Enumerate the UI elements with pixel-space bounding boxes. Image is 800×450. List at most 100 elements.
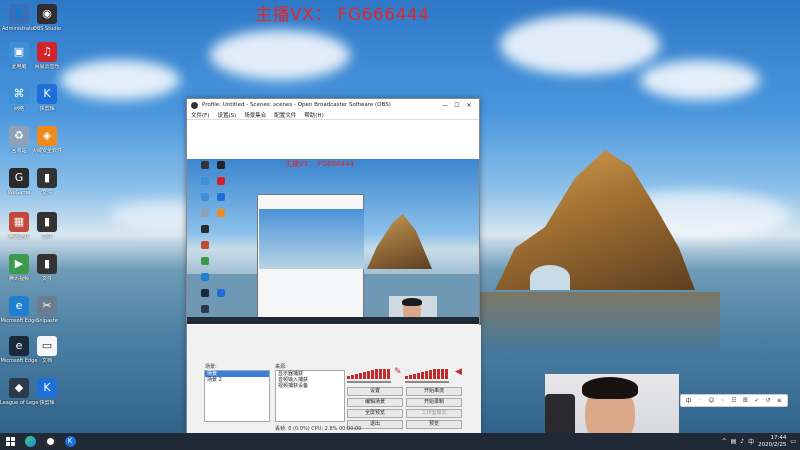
scenes-list[interactable]: 场景 场景 2 (204, 370, 270, 422)
preview-icon (217, 161, 225, 169)
menu-help[interactable]: 帮助(H) (304, 111, 323, 119)
preview-icon (201, 305, 209, 313)
taskbar-edge-button[interactable] (20, 433, 40, 450)
shield-icon: ◈ (37, 126, 57, 146)
preview-icon (217, 209, 225, 217)
studio-mode-button[interactable]: 工作室模式 (406, 409, 462, 418)
maximize-icon[interactable]: ☐ (451, 102, 463, 109)
ime-item[interactable]: ꕥ (741, 397, 750, 405)
desktop-icon-label: 火绒安全软件 (31, 148, 62, 154)
ime-toolbar[interactable]: 中 · ☺ ◦ ☷ ꕥ ✓ ↺ ≡ (680, 394, 788, 407)
menu-scene-collection[interactable]: 场景集合 (244, 111, 266, 119)
ime-item[interactable]: ≡ (775, 397, 784, 404)
preview-obs-window (257, 194, 364, 319)
ime-item[interactable]: ☺ (707, 397, 716, 404)
desktop-icon[interactable]: K 快剪辑 (28, 84, 66, 112)
obs-titlebar[interactable]: Profile: Untitled - Scenes: scenes - Ope… (187, 99, 479, 111)
preview-icon (201, 193, 209, 201)
obs-window-title: Profile: Untitled - Scenes: scenes - Ope… (202, 102, 391, 108)
cloud (640, 60, 760, 100)
ime-item[interactable]: ◦ (718, 397, 727, 404)
start-button[interactable] (0, 433, 20, 450)
fullscreen-preview-button[interactable]: 全屏预览 (347, 409, 403, 418)
ime-item[interactable]: ↺ (763, 397, 772, 404)
preview-icon (201, 209, 209, 217)
menu-profile[interactable]: 配置文件 (274, 111, 296, 119)
menu-file[interactable]: 文件(F) (191, 111, 209, 119)
computer-icon: ▣ (9, 42, 29, 62)
preview-icon (201, 241, 209, 249)
file-icon: ▮ (37, 254, 57, 274)
k-app-icon: K (37, 84, 57, 104)
ime-item[interactable]: ✓ (752, 397, 761, 404)
desktop-icon[interactable]: ◉ OBS Studio (28, 4, 66, 32)
notification-icon[interactable]: ▭ (790, 438, 796, 445)
obs-preview[interactable]: 主播VX： FG666444 (187, 159, 479, 324)
tray-volume-icon[interactable]: ♪ (740, 438, 744, 445)
edge-icon (24, 436, 36, 447)
start-streaming-button[interactable]: 开始串流 (406, 387, 462, 396)
desktop-icon[interactable]: ▮ 文件 (28, 212, 66, 240)
ime-item[interactable]: · (695, 397, 704, 404)
sources-label: 来源: (275, 364, 287, 370)
desktop-audio-slider[interactable] (347, 381, 391, 383)
ime-item[interactable]: 中 (684, 396, 693, 405)
music-icon: ♫ (37, 42, 57, 62)
desktop-icon[interactable]: ▮ 文件 (28, 168, 66, 196)
rock-arch-hole (530, 265, 570, 290)
obs-window[interactable]: Profile: Untitled - Scenes: scenes - Ope… (186, 98, 481, 434)
mic-icon[interactable]: ✎ (394, 367, 402, 377)
obs-icon (44, 436, 56, 447)
rock-reflection (480, 292, 720, 352)
sources-list[interactable]: 显示器捕获 音频输入捕获 视频捕获设备 (275, 370, 345, 422)
minimize-icon[interactable]: — (439, 102, 451, 109)
snip-icon: ✂ (37, 296, 57, 316)
desktop-icon-label: 文件 (41, 190, 52, 196)
close-icon[interactable]: ✕ (463, 102, 475, 109)
edge-icon: e (9, 336, 29, 356)
cloud (210, 30, 350, 80)
taskbar-k-app-button[interactable]: K (60, 433, 80, 450)
mic-audio-slider[interactable] (405, 381, 449, 383)
preview-icon (217, 289, 225, 297)
clock-date: 2020/2/25 (758, 441, 787, 448)
recycle-bin-icon: ♻ (9, 126, 29, 146)
obs-logo-icon (191, 101, 198, 109)
ime-item[interactable]: ☷ (729, 397, 738, 404)
scene-item[interactable]: 场景 2 (205, 377, 269, 383)
taskbar-clock[interactable]: 17:44 2020/2/25 (758, 435, 786, 449)
menu-settings[interactable]: 设置(S) (217, 111, 236, 119)
desktop-icon[interactable]: K 快剪辑 (28, 378, 66, 406)
desktop-icon[interactable]: ▭ 文档 (28, 336, 66, 364)
source-item[interactable]: 视频捕获设备 (276, 383, 344, 389)
tray-language[interactable]: 中 (748, 437, 754, 446)
edit-scene-button[interactable]: 编辑场景 (347, 398, 403, 407)
watermark-text: 主播VX： FG666444 (255, 5, 430, 25)
taskbar-obs-button[interactable] (40, 433, 60, 450)
obs-icon: ◉ (37, 4, 57, 24)
tray-chevron-icon[interactable]: ^ (722, 438, 727, 445)
preview-icon (201, 161, 209, 169)
tray-network-icon[interactable]: ▤ (731, 438, 737, 445)
mic-audio-meter (405, 369, 448, 379)
desktop-icon-label: Snipaste (36, 318, 58, 324)
desktop-icon[interactable]: ♫ 网易云音乐 (28, 42, 66, 70)
edge-icon: e (9, 296, 29, 316)
desktop-icon[interactable]: ▮ 文件 (28, 254, 66, 282)
desktop-icon[interactable]: ◈ 火绒安全软件 (28, 126, 66, 154)
preview-icon (217, 193, 225, 201)
file-icon: ▮ (37, 212, 57, 232)
desktop-icon[interactable]: ✂ Snipaste (28, 296, 66, 324)
preview-icon (201, 177, 209, 185)
user-folder-icon: 👤 (9, 4, 29, 24)
obs-menubar: 文件(F) 设置(S) 场景集合 配置文件 帮助(H) (187, 111, 479, 120)
preview-webcam-hair (402, 298, 422, 306)
desktop-icon-label: 文件 (41, 234, 52, 240)
k-app-icon: K (37, 378, 57, 398)
start-recording-button[interactable]: 开始录制 (406, 398, 462, 407)
preview-icon (201, 225, 209, 233)
windows-icon (5, 437, 15, 446)
preview-nested-preview (259, 209, 364, 269)
speaker-icon[interactable]: ◀ (455, 367, 462, 377)
settings-button[interactable]: 设置 (347, 387, 403, 396)
